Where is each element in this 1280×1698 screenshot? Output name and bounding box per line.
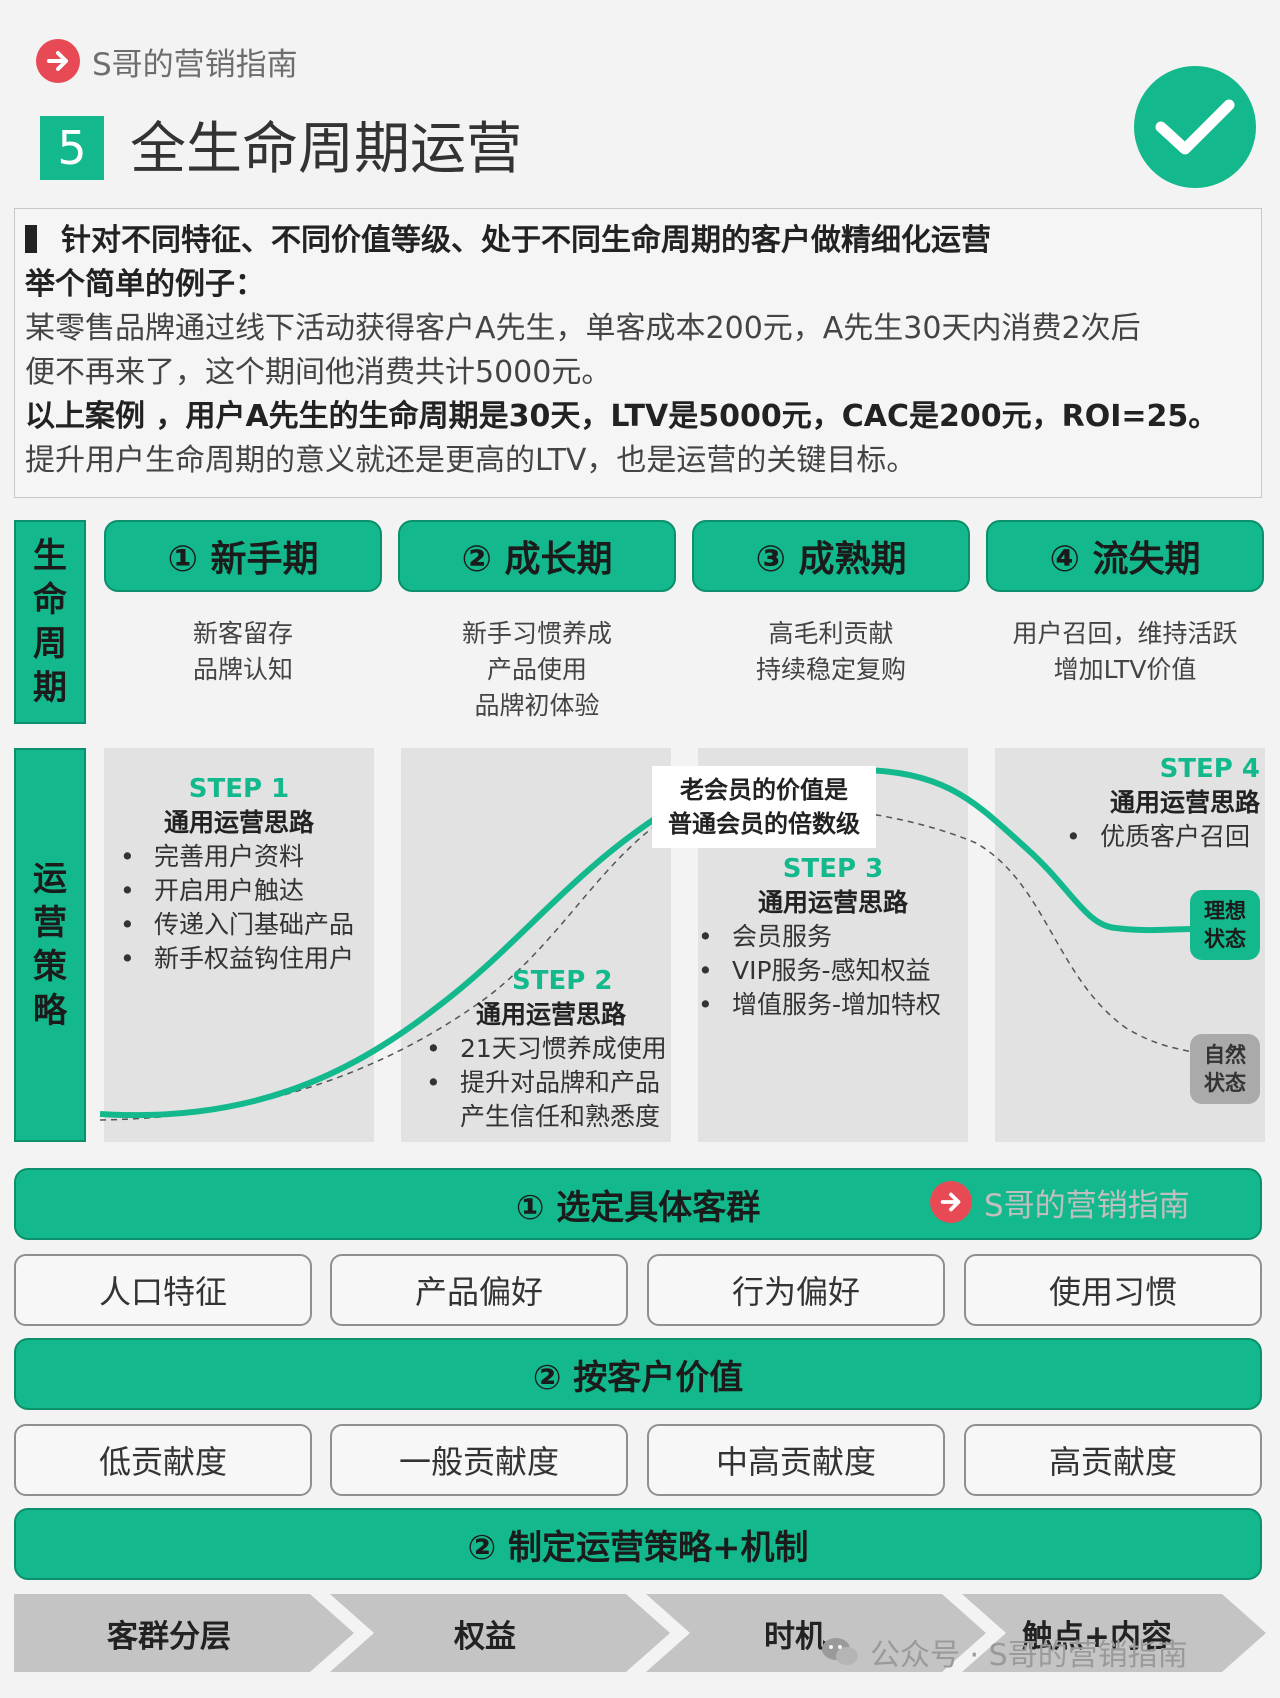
value-item-low: 低贡献度 (14, 1424, 312, 1496)
mechanism-bar: ② 制定运营策略+机制 (14, 1508, 1262, 1580)
step3-title: STEP 3 (782, 854, 884, 884)
brand-header: S哥的营销指南 (36, 36, 298, 86)
phase-newbie-desc: 新客留存 品牌认知 (192, 619, 293, 684)
example-line-1: 某零售品牌通过线下活动获得客户A先生，单客成本200元，A先生30天内消费2次后 (25, 311, 1141, 346)
page-title: 全生命周期运营 (130, 117, 522, 182)
side-label-lifecycle: 生命周期 (14, 520, 86, 724)
list-item: 提升对品牌和产品 (426, 1066, 690, 1100)
segment-item-behavior-preference: 行为偏好 (647, 1254, 945, 1326)
example-label: 举个简单的例子： (25, 267, 265, 302)
mechanism-item-tiering: 客群分层 (107, 1618, 231, 1655)
step2-title: STEP 2 (512, 966, 613, 996)
brand-name: S哥的营销指南 (92, 46, 298, 83)
footer-watermark: 公众号 · S哥的营销指南 (820, 1630, 1188, 1674)
bullet-bar-icon (25, 225, 37, 253)
segment-item-demographics: 人口特征 (14, 1254, 312, 1326)
list-item: 新手权益钩住用户 (120, 942, 374, 976)
phase-churn: ④ 流失期 (986, 520, 1264, 592)
ideal-state-tag: 理想 状态 (1190, 890, 1260, 960)
value-item-high: 高贡献度 (964, 1424, 1262, 1496)
section-number-badge: 5 (40, 116, 104, 180)
phase-growth-desc: 新手习惯养成 产品使用 品牌初体验 (461, 619, 612, 720)
value-callout: 老会员的价值是 普通会员的倍数级 (652, 766, 876, 848)
segment-item-product-preference: 产品偏好 (330, 1254, 628, 1326)
intro-box: 针对不同特征、不同价值等级、处于不同生命周期的客户做精细化运营 举个简单的例子：… (14, 208, 1262, 498)
step4-subtitle: 通用运营思路 (1109, 788, 1260, 817)
list-item: 优质客户召回 (1066, 820, 1250, 854)
check-icon (1134, 66, 1256, 188)
step2-content: STEP 2 通用运营思路 21天习惯养成使用 提升对品牌和产品 产生信任和熟悉… (420, 964, 690, 1134)
step1-content: STEP 1 通用运营思路 完善用户资料 开启用户触达 传递入门基础产品 新手权… (104, 772, 374, 976)
step3-content: STEP 3 通用运营思路 会员服务 VIP服务-感知权益 增值服务-增加特权 (698, 852, 968, 1022)
example-line-2: 便不再来了，这个期间他消费共计5000元。 (25, 355, 612, 390)
phase-growth: ② 成长期 (398, 520, 676, 592)
mechanism-item-benefits: 权益 (454, 1618, 516, 1655)
value-item-mid-high: 中高贡献度 (647, 1424, 945, 1496)
step2-subtitle: 通用运营思路 (476, 1000, 627, 1029)
list-item: 传递入门基础产品 (120, 908, 374, 942)
phase-churn-desc: 用户召回，维持活跃 增加LTV价值 (1012, 619, 1238, 684)
step4-title: STEP 4 (1159, 754, 1260, 784)
list-item: 21天习惯养成使用 (426, 1032, 690, 1066)
phase-newbie: ① 新手期 (104, 520, 382, 592)
wechat-icon (822, 1638, 858, 1665)
list-item: 完善用户资料 (120, 840, 374, 874)
list-item: 增值服务-增加特权 (698, 988, 968, 1022)
list-item: VIP服务-感知权益 (698, 954, 968, 988)
arrow-right-icon (930, 1181, 972, 1223)
step1-title: STEP 1 (188, 774, 290, 804)
intro-headline: 针对不同特征、不同价值等级、处于不同生命周期的客户做精细化运营 (25, 219, 1251, 263)
list-item: 开启用户触达 (120, 874, 374, 908)
value-bar: ② 按客户价值 (14, 1338, 1262, 1410)
list-item: 会员服务 (698, 920, 968, 954)
segment-bar-brand: S哥的营销指南 (930, 1178, 1190, 1226)
step1-subtitle: 通用运营思路 (163, 808, 314, 837)
example-conclusion: 以上案例 ，用户A先生的生命周期是30天，LTV是5000元，CAC是200元，… (25, 399, 1219, 434)
segment-item-usage-habit: 使用习惯 (964, 1254, 1262, 1326)
example-meaning: 提升用户生命周期的意义就还是更高的LTV，也是运营的关键目标。 (25, 443, 917, 478)
step4-content: STEP 4 通用运营思路 (1060, 752, 1260, 820)
phase-mature-desc: 高毛利贡献 持续稳定复购 (755, 619, 906, 684)
phase-mature: ③ 成熟期 (692, 520, 970, 592)
step3-subtitle: 通用运营思路 (757, 888, 908, 917)
side-label-strategy: 运营策略 (14, 748, 86, 1142)
arrow-right-icon (36, 39, 80, 83)
value-item-normal: 一般贡献度 (330, 1424, 628, 1496)
list-item: 产生信任和熟悉度 (460, 1102, 661, 1131)
natural-state-tag: 自然 状态 (1190, 1034, 1260, 1104)
